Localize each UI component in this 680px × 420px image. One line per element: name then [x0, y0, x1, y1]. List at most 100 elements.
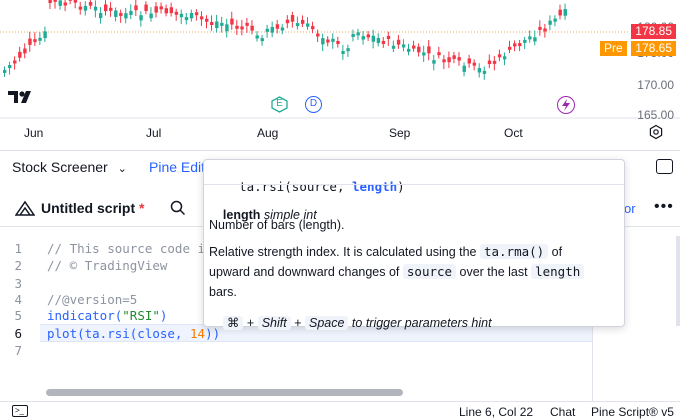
candle-body [427, 46, 431, 54]
candle-body [523, 39, 527, 43]
script-title-button[interactable]: Untitled script * [41, 200, 144, 216]
candle-body [407, 48, 411, 52]
candle-body [361, 36, 365, 40]
candle-body [432, 60, 436, 64]
candle-body [331, 38, 335, 42]
tradingview-logo[interactable] [8, 89, 38, 110]
candle-body [306, 23, 310, 27]
candle-body [341, 51, 345, 55]
script-title: Untitled script [41, 200, 136, 216]
param-description: Number of bars (length). [209, 218, 345, 232]
terminal-icon[interactable]: >_ [12, 405, 28, 417]
candle-body [149, 13, 153, 19]
candle-body [134, 5, 138, 11]
candle-body [346, 48, 350, 52]
candle-body [109, 7, 113, 11]
price-tick-170: 170.00 [637, 78, 674, 92]
maximize-panel-icon[interactable] [656, 159, 673, 174]
candle-body [159, 6, 163, 10]
candle-body [528, 36, 532, 40]
candle-body [205, 18, 209, 22]
pine-version[interactable]: Pine Script® v5 [591, 405, 674, 419]
pine-editor-tab[interactable]: Pine Edit [149, 159, 205, 175]
candle-body [300, 19, 305, 24]
vertical-scrollbar[interactable] [676, 236, 680, 326]
chart-settings-icon[interactable] [648, 124, 664, 145]
candle-body [129, 10, 133, 15]
candle-body [492, 60, 497, 64]
candle-body [533, 37, 537, 42]
dividend-letter: D [309, 98, 318, 109]
candle-body [482, 70, 487, 74]
space-key: Space [304, 316, 349, 330]
candle-body [356, 32, 360, 36]
candle-body [220, 22, 224, 26]
candle-body [98, 13, 103, 19]
candle-body [225, 24, 229, 32]
candle-body [321, 38, 325, 45]
code-line: // © TradingView [47, 258, 168, 273]
candle-body [13, 60, 17, 64]
candle-body [422, 52, 426, 56]
candle-body [240, 26, 244, 30]
earnings-event-icon[interactable]: E [271, 96, 288, 113]
code-line: indicator("RSI") [47, 308, 167, 323]
plus-sign: + [294, 316, 302, 330]
code-token: indicator( [47, 308, 123, 323]
candle-body [164, 8, 168, 14]
candle-body [194, 12, 199, 16]
tooltip-divider [204, 184, 624, 185]
candle-body [543, 28, 547, 32]
candle-body [366, 34, 370, 38]
candle-body [270, 26, 275, 33]
candle-body [467, 58, 471, 64]
code-line: // This source code i [47, 241, 206, 256]
cursor-position[interactable]: Line 6, Col 22 [459, 405, 533, 419]
dividend-event-icon[interactable]: D [305, 96, 322, 113]
more-options-icon[interactable]: ••• [654, 198, 674, 216]
editor-action-link[interactable]: or [624, 201, 636, 216]
candle-body [508, 46, 512, 50]
candle-body [295, 23, 300, 27]
script-type-icon [14, 200, 36, 221]
month-aug: Aug [257, 126, 279, 140]
candle-body [260, 38, 264, 42]
candle-body [210, 22, 214, 26]
candle-body [53, 0, 57, 2]
candle-body [351, 33, 355, 37]
candle-body [371, 35, 376, 42]
month-sep: Sep [389, 126, 411, 140]
desc-text: Relative strength index. It is calculate… [209, 245, 480, 259]
candle-body [48, 0, 52, 4]
shortcut-hint: ⌘ + Shift + Space to trigger parameters … [209, 301, 492, 344]
candle-body [169, 7, 174, 14]
split-event-icon[interactable] [557, 96, 575, 114]
candlestick-series [0, 0, 680, 119]
search-icon[interactable] [170, 200, 186, 221]
candle-body [412, 45, 416, 49]
candle-body [43, 31, 47, 39]
cmd-key: ⌘ [222, 316, 244, 330]
code-token: "RSI" [122, 308, 160, 323]
stock-screener-tab[interactable]: Stock Screener ⌄ [12, 159, 127, 175]
horizontal-scrollbar[interactable] [46, 389, 403, 396]
candle-body [316, 33, 320, 37]
price-chart[interactable]: 180.00 175.00 170.00 165.00 178.85 Pre 1… [0, 0, 680, 146]
price-tick-165: 165.00 [637, 108, 674, 122]
candle-body [280, 27, 285, 31]
candle-body [63, 2, 67, 6]
candle-body [174, 11, 179, 15]
ref-chip: source [402, 264, 457, 279]
candle-body [472, 62, 477, 66]
candle-body [3, 69, 7, 73]
candle-body [452, 55, 456, 59]
last-price-badge: 178.85 [631, 24, 676, 39]
candle-body [215, 21, 219, 29]
candle-body [23, 48, 27, 54]
candle-body [401, 44, 406, 48]
candle-body [497, 54, 502, 58]
candle-body [144, 4, 148, 12]
chat-button[interactable]: Chat [550, 405, 575, 419]
line-number: 6 [14, 326, 22, 341]
pre-market-label: Pre [600, 41, 627, 56]
